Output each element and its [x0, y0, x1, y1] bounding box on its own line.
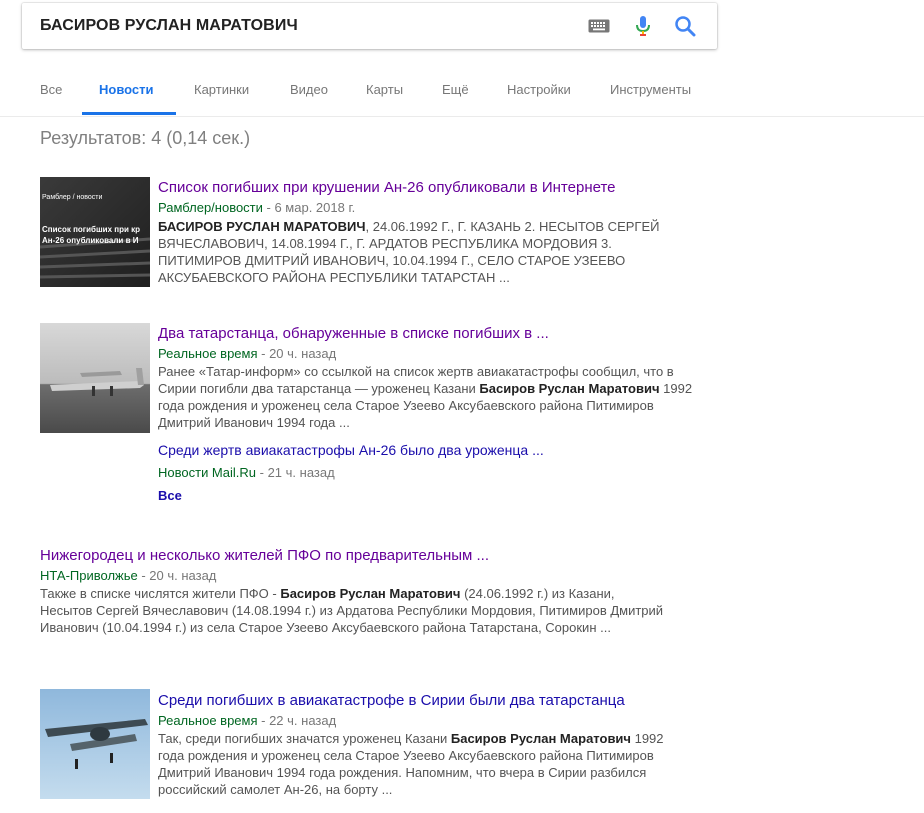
- result-thumbnail[interactable]: [40, 689, 150, 799]
- result-thumbnail[interactable]: [40, 323, 150, 433]
- result-title[interactable]: Среди погибших в авиакатастрофе в Сирии …: [158, 692, 625, 709]
- result-snippet: Так, среди погибших значатся уроженец Ка…: [158, 731, 664, 797]
- tab-all[interactable]: Все: [40, 82, 62, 97]
- search-input[interactable]: БАСИРОВ РУСЛАН МАРАТОВИЧ: [40, 17, 298, 35]
- tab-settings[interactable]: Настройки: [507, 82, 571, 97]
- result-source: Реальное время - 22 ч. назад: [158, 713, 337, 728]
- result-source: Реальное время - 20 ч. назад: [158, 346, 337, 361]
- result-thumbnail[interactable]: Рамблер / новости Список погибших при кр…: [40, 177, 150, 287]
- result-source: Рамблер/новости - 6 мар. 2018 г.: [158, 200, 356, 215]
- tab-images[interactable]: Картинки: [194, 82, 249, 97]
- all-coverage-link[interactable]: Все: [158, 488, 182, 503]
- tab-news[interactable]: Новости: [99, 82, 154, 97]
- svg-text:Список погибших при кр: Список погибших при кр: [42, 225, 140, 234]
- tab-tools[interactable]: Инструменты: [610, 82, 691, 97]
- result-snippet: Ранее «Татар-информ» со ссылкой на списо…: [158, 364, 693, 430]
- search-tabs: Все Новости Картинки Видео Карты Ещё Нас…: [0, 60, 924, 117]
- related-article-title[interactable]: Среди жертв авиакатастрофы Ан-26 было дв…: [158, 442, 544, 458]
- tab-more[interactable]: Ещё: [442, 82, 469, 97]
- search-box[interactable]: БАСИРОВ РУСЛАН МАРАТОВИЧ: [22, 3, 717, 49]
- tab-video[interactable]: Видео: [290, 82, 328, 97]
- result-title[interactable]: Нижегородец и несколько жителей ПФО по п…: [40, 547, 489, 564]
- svg-text:Ан-26 опубликовали в И: Ан-26 опубликовали в И: [42, 236, 139, 245]
- result-title[interactable]: Два татарстанца, обнаруженные в списке п…: [158, 325, 549, 342]
- result-stats: Результатов: 4 (0,14 сек.): [40, 128, 251, 148]
- active-tab-indicator: [82, 112, 176, 115]
- result-snippet: Также в списке числятся жители ПФО - Бас…: [40, 586, 664, 635]
- search-icon[interactable]: [673, 14, 697, 38]
- keyboard-icon[interactable]: [587, 14, 611, 38]
- result-title[interactable]: Список погибших при крушении Ан-26 опубл…: [158, 179, 616, 196]
- tab-maps[interactable]: Карты: [366, 82, 403, 97]
- related-article-source: Новости Mail.Ru - 21 ч. назад: [158, 465, 335, 480]
- svg-text:Рамблер / новости: Рамблер / новости: [42, 193, 102, 201]
- microphone-icon[interactable]: [631, 14, 655, 38]
- result-snippet: БАСИРОВ РУСЛАН МАРАТОВИЧ, 24.06.1992 Г.,…: [158, 219, 660, 285]
- result-source: НТА-Приволжье - 20 ч. назад: [40, 568, 217, 583]
